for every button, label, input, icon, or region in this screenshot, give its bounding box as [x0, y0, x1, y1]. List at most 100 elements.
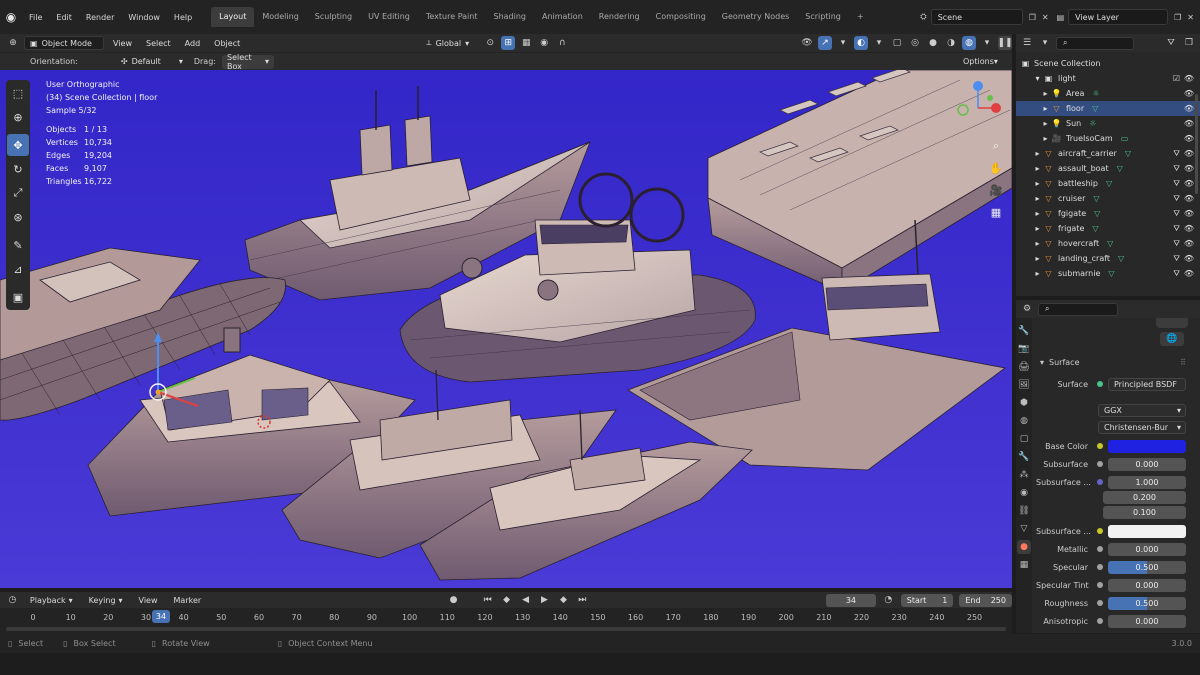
- tab-uv-editing[interactable]: UV Editing: [360, 7, 418, 27]
- texture-tab-icon[interactable]: ▦: [1017, 558, 1031, 572]
- display-mode-icon[interactable]: ▾: [1038, 36, 1052, 50]
- scene-tab-icon[interactable]: ⬢: [1017, 396, 1031, 410]
- filter-icon[interactable]: ⛛: [1164, 36, 1178, 50]
- outliner-scrollbar[interactable]: [1195, 94, 1198, 194]
- delete-scene-icon[interactable]: ✕: [1042, 13, 1049, 22]
- orientation-dropdown[interactable]: ✣ Default ▾: [116, 55, 188, 69]
- prev-keyframe-icon[interactable]: ◆: [500, 593, 513, 607]
- subsurface-method-dropdown[interactable]: Christensen-Bur ▾: [1098, 420, 1186, 434]
- outliner-item-area[interactable]: ▸ 💡 Area ☼ 👁: [1016, 86, 1200, 101]
- properties-search-input[interactable]: ⌕: [1038, 302, 1118, 316]
- shading-dropdown-icon[interactable]: ▾: [980, 36, 994, 50]
- start-frame-field[interactable]: Start 1: [900, 593, 954, 607]
- menu-timeline-view[interactable]: View: [134, 593, 163, 607]
- play-icon[interactable]: ▶: [538, 593, 551, 607]
- eye-icon[interactable]: 👁: [1184, 74, 1194, 83]
- options-dropdown[interactable]: Options ▾: [958, 55, 1002, 69]
- blender-logo-icon[interactable]: ◉: [0, 0, 22, 34]
- subsurface-color-swatch[interactable]: [1108, 524, 1186, 538]
- rendered-shading-icon[interactable]: ◍: [962, 36, 976, 50]
- pan-hand-icon[interactable]: ✋: [988, 160, 1004, 176]
- outliner-search-input[interactable]: ⌕: [1056, 36, 1134, 50]
- menu-add[interactable]: Add: [180, 36, 206, 50]
- mesh-data-icon[interactable]: ▽: [1092, 224, 1098, 233]
- mesh-data-icon[interactable]: ▽: [1107, 239, 1113, 248]
- light-data-icon[interactable]: ☼: [1092, 89, 1099, 98]
- cursor-icon[interactable]: ⊕: [7, 106, 29, 128]
- new-scene-icon[interactable]: ❐: [1029, 13, 1036, 22]
- outliner-item-battleship[interactable]: ▸ ▽ battleship ▽ ⛛ 👁: [1016, 176, 1200, 191]
- chevron-right-icon[interactable]: ▸: [1032, 164, 1043, 173]
- add-cube-icon[interactable]: ▣: [7, 286, 29, 308]
- chevron-right-icon[interactable]: ▸: [1032, 254, 1043, 263]
- pivot-icon[interactable]: ⊙: [483, 36, 497, 50]
- record-icon[interactable]: ●: [447, 593, 460, 607]
- snap-target-icon[interactable]: ▦: [519, 36, 533, 50]
- menu-select[interactable]: Select: [141, 36, 176, 50]
- subsurface-field[interactable]: 0.000: [1108, 457, 1186, 471]
- scale-icon[interactable]: ⤢: [7, 182, 29, 204]
- world-tab-icon[interactable]: ◍: [1017, 414, 1031, 428]
- outliner-item-cruiser[interactable]: ▸ ▽ cruiser ▽ ⛛ 👁: [1016, 191, 1200, 206]
- world-icon[interactable]: 🌐: [1160, 332, 1184, 346]
- timeline-editor-icon[interactable]: ◷: [6, 593, 19, 607]
- select-box-icon[interactable]: ⬚: [7, 82, 29, 104]
- move-icon[interactable]: ✥: [7, 134, 29, 156]
- menu-marker[interactable]: Marker: [169, 593, 207, 607]
- next-keyframe-icon[interactable]: ◆: [557, 593, 570, 607]
- modifier-tab-icon[interactable]: 🔧: [1017, 450, 1031, 464]
- eye-icon[interactable]: 👁: [1184, 134, 1194, 143]
- play-reverse-icon[interactable]: ◀: [519, 593, 532, 607]
- chevron-right-icon[interactable]: ▸: [1032, 179, 1043, 188]
- eye-icon[interactable]: 👁: [1184, 254, 1194, 263]
- tab-animation[interactable]: Animation: [534, 7, 591, 27]
- solid-shading-icon[interactable]: ●: [926, 36, 940, 50]
- render-tab-icon[interactable]: 📷: [1017, 342, 1031, 356]
- tab-scripting[interactable]: Scripting: [797, 7, 849, 27]
- timeline-ruler[interactable]: 0 10 20 30 40 50 60 70 80 90 100 110 120 130 140 150 160…: [0, 608, 1012, 634]
- tab-geometry-nodes[interactable]: Geometry Nodes: [714, 7, 797, 27]
- rotate-icon[interactable]: ↻: [7, 158, 29, 180]
- menu-playback[interactable]: Playback ▾: [25, 593, 78, 607]
- roughness-slider[interactable]: 0.500: [1108, 596, 1186, 610]
- mode-selector[interactable]: ▣ Object Mode: [24, 36, 104, 50]
- chevron-right-icon[interactable]: ▸: [1040, 119, 1051, 128]
- drag-dropdown[interactable]: Select Box ▾: [221, 53, 274, 71]
- mesh-data-icon[interactable]: ▽: [1092, 104, 1098, 113]
- mesh-data-icon[interactable]: ▽: [1108, 269, 1114, 278]
- mesh-data-icon[interactable]: ▽: [1125, 149, 1131, 158]
- outliner-editor-icon[interactable]: ☰: [1020, 36, 1034, 50]
- visibility-icon[interactable]: 👁: [800, 36, 814, 50]
- wireframe-shading-icon[interactable]: ◎: [908, 36, 922, 50]
- view-layer-tab-icon[interactable]: 🖼: [1017, 378, 1031, 392]
- jump-start-icon[interactable]: ⏮: [481, 593, 494, 607]
- anisotropic-field[interactable]: 0.000: [1108, 614, 1186, 628]
- mesh-data-icon[interactable]: ▽: [1094, 209, 1100, 218]
- end-frame-field[interactable]: End 250: [959, 593, 1012, 607]
- tab-modeling[interactable]: Modeling: [254, 7, 306, 27]
- camera-data-icon[interactable]: ▭: [1121, 134, 1129, 143]
- tab-compositing[interactable]: Compositing: [648, 7, 714, 27]
- new-collection-icon[interactable]: ❐: [1182, 36, 1196, 50]
- data-tab-icon[interactable]: ▽: [1017, 522, 1031, 536]
- properties-editor-icon[interactable]: ⚙: [1020, 302, 1034, 316]
- outliner-item-frigate[interactable]: ▸ ▽ frigate ▽ ⛛ 👁: [1016, 221, 1200, 236]
- menu-window[interactable]: Window: [121, 13, 167, 22]
- surface-panel-header[interactable]: ▾ Surface: [1040, 358, 1080, 367]
- tab-layout[interactable]: Layout: [211, 7, 255, 27]
- chevron-right-icon[interactable]: ▸: [1040, 89, 1051, 98]
- chevron-right-icon[interactable]: ▸: [1032, 269, 1043, 278]
- physics-tab-icon[interactable]: ◉: [1017, 486, 1031, 500]
- jump-end-icon[interactable]: ⏭: [576, 593, 589, 607]
- pause-render-icon[interactable]: ❚❚: [997, 36, 1013, 50]
- current-frame-field[interactable]: 34: [826, 593, 876, 607]
- outliner-scene-collection[interactable]: ▣ Scene Collection: [1016, 56, 1200, 71]
- outliner-item-hovercraft[interactable]: ▸ ▽ hovercraft ▽ ⛛ 👁: [1016, 236, 1200, 251]
- eye-icon[interactable]: 👁: [1184, 194, 1194, 203]
- playhead[interactable]: 34: [152, 610, 170, 623]
- material-shading-icon[interactable]: ◑: [944, 36, 958, 50]
- material-slot-icon[interactable]: [1156, 318, 1188, 328]
- mesh-data-icon[interactable]: ▽: [1093, 194, 1099, 203]
- eye-icon[interactable]: 👁: [1184, 119, 1194, 128]
- transform-icon[interactable]: ⊛: [7, 206, 29, 228]
